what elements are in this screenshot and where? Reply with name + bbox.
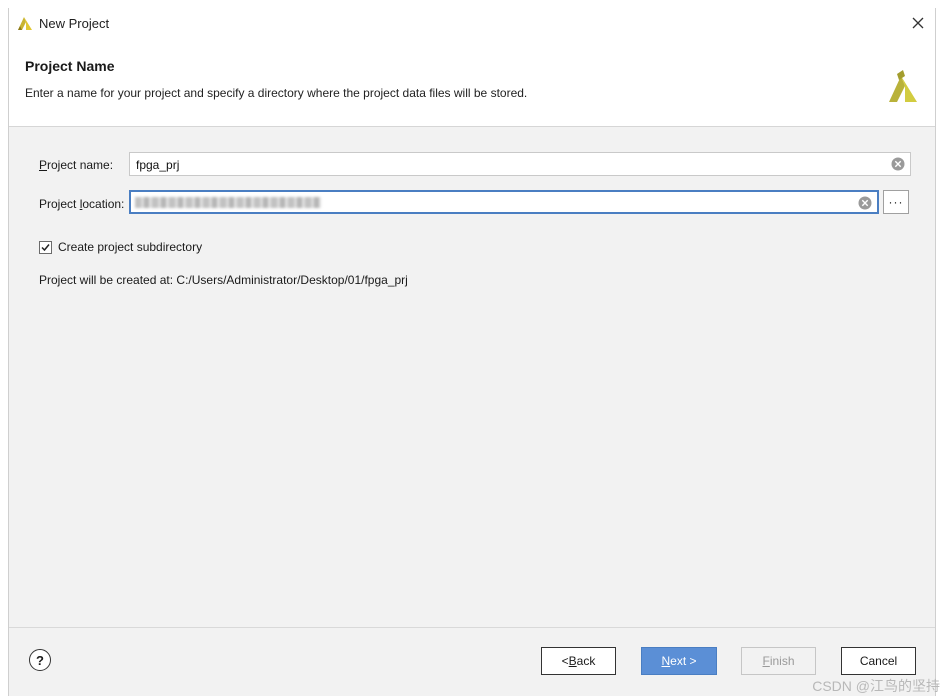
- clear-name-icon[interactable]: [891, 157, 905, 171]
- xilinx-logo-icon: [889, 70, 917, 102]
- page-description: Enter a name for your project and specif…: [25, 86, 528, 100]
- footer-divider: [9, 627, 935, 628]
- finish-button: Finish: [741, 647, 816, 675]
- redacted-path: [135, 197, 321, 208]
- vivado-app-icon: [18, 17, 32, 30]
- project-name-label: Project name:: [39, 158, 114, 172]
- create-subdirectory-label: Create project subdirectory: [58, 240, 203, 254]
- close-icon: [912, 17, 924, 29]
- title-bar: New Project: [9, 8, 935, 38]
- watermark-text: CSDN @江鸟的坚持: [812, 678, 940, 694]
- create-subdirectory-checkbox[interactable]: [39, 241, 52, 254]
- browse-button[interactable]: ···: [883, 190, 909, 214]
- project-location-label: Project location:: [39, 197, 125, 211]
- project-path-note: Project will be created at: C:/Users/Adm…: [39, 273, 408, 287]
- help-button[interactable]: ?: [29, 649, 51, 671]
- next-button[interactable]: Next >: [641, 647, 717, 675]
- project-location-field[interactable]: [129, 190, 879, 214]
- cancel-button[interactable]: Cancel: [841, 647, 916, 675]
- close-button[interactable]: [907, 12, 929, 34]
- back-button[interactable]: < Back: [541, 647, 616, 675]
- window-title: New Project: [39, 16, 110, 31]
- project-name-field[interactable]: [129, 152, 911, 176]
- checkmark-icon: [41, 244, 50, 252]
- page-title: Project Name: [25, 58, 115, 74]
- project-name-input[interactable]: [134, 156, 762, 174]
- page-header: Project Name Enter a name for your proje…: [9, 38, 935, 127]
- clear-location-icon[interactable]: [858, 196, 872, 210]
- new-project-dialog: New Project Project Name Enter a name fo…: [8, 8, 936, 696]
